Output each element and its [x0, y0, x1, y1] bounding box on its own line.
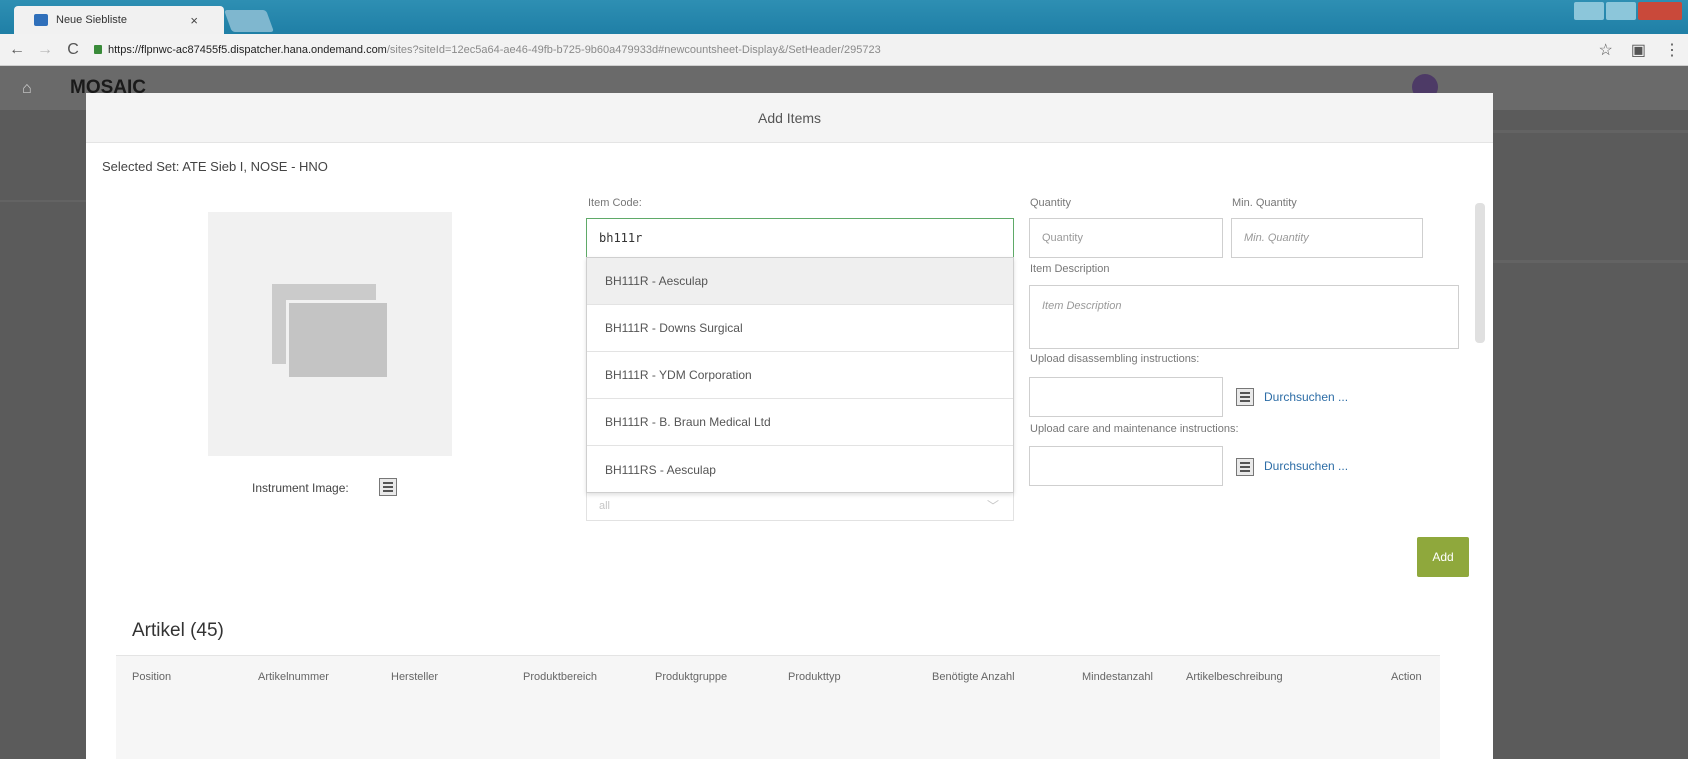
articles-title: Artikel (45): [132, 620, 224, 641]
care-browse-link[interactable]: Durchsuchen ...: [1264, 459, 1348, 473]
item-code-value: bh111r: [599, 231, 643, 245]
column-header[interactable]: Mindestanzahl: [1082, 670, 1153, 685]
background-divider: [0, 200, 86, 202]
instrument-image-label: Instrument Image:: [252, 481, 349, 495]
lock-icon: [94, 45, 102, 54]
instrument-image-placeholder: [208, 212, 452, 456]
disassembling-browse-link[interactable]: Durchsuchen ...: [1264, 390, 1348, 404]
item-description-placeholder: Item Description: [1042, 300, 1122, 312]
min-quantity-input[interactable]: Min. Quantity: [1231, 218, 1423, 258]
column-header[interactable]: Produktbereich: [523, 670, 597, 685]
browser-titlebar: Neue Siebliste ×: [0, 0, 1688, 34]
home-icon[interactable]: ⌂: [22, 80, 38, 97]
quantity-label: Quantity: [1030, 197, 1071, 209]
bookmark-star-icon[interactable]: ☆: [1599, 40, 1613, 60]
column-header[interactable]: Artikelbeschreibung: [1186, 670, 1306, 685]
dialog-scrollbar[interactable]: [1475, 203, 1485, 343]
item-code-label: Item Code:: [588, 197, 642, 209]
maximize-icon[interactable]: [1606, 2, 1636, 20]
new-tab-button[interactable]: [223, 10, 275, 32]
browser-menu-icon[interactable]: ⋮: [1664, 40, 1680, 60]
forward-arrow-icon[interactable]: →: [34, 41, 56, 59]
column-header[interactable]: Action: [1391, 670, 1422, 685]
background-divider: [1493, 260, 1688, 263]
add-button[interactable]: Add: [1417, 537, 1469, 577]
add-items-dialog: Add Items Selected Set: ATE Sieb I, NOSE…: [86, 93, 1493, 759]
selected-set-text: Selected Set: ATE Sieb I, NOSE - HNO: [102, 159, 328, 174]
background-divider: [1493, 130, 1688, 133]
suggestion-item[interactable]: BH111R - Aesculap: [587, 258, 1013, 305]
min-quantity-placeholder: Min. Quantity: [1244, 232, 1309, 244]
column-header[interactable]: Produkttyp: [788, 670, 841, 685]
url-host: https://flpnwc-ac87455f5.dispatcher.hana…: [108, 43, 387, 56]
column-header[interactable]: Benötigte Anzahl: [932, 670, 1015, 685]
disassembling-file-input[interactable]: [1029, 377, 1223, 417]
suggestion-item[interactable]: BH111R - YDM Corporation: [587, 352, 1013, 399]
tab-close-icon[interactable]: ×: [190, 13, 198, 28]
item-code-suggestions: BH111R - Aesculap BH111R - Downs Surgica…: [586, 257, 1014, 493]
browse-file-icon[interactable]: [1236, 458, 1254, 476]
quantity-input[interactable]: Quantity: [1029, 218, 1223, 258]
column-header[interactable]: Position: [132, 670, 171, 685]
item-description-label: Item Description: [1030, 263, 1110, 275]
extension-icon[interactable]: ▣: [1631, 40, 1646, 60]
window-close-icon[interactable]: [1638, 2, 1682, 20]
upload-image-icon[interactable]: [379, 478, 397, 496]
browser-toolbar: ← → C https://flpnwc-ac87455f5.dispatche…: [0, 34, 1688, 66]
min-quantity-label: Min. Quantity: [1232, 197, 1297, 209]
chevron-down-icon: ﹀: [986, 499, 999, 513]
minimize-icon[interactable]: [1574, 2, 1604, 20]
care-file-input[interactable]: [1029, 446, 1223, 486]
toolbar-right: ☆ ▣ ⋮: [1599, 40, 1680, 60]
back-arrow-icon[interactable]: ←: [6, 41, 28, 59]
care-instructions-label: Upload care and maintenance instructions…: [1030, 423, 1239, 435]
articles-table-header: Position Artikelnummer Hersteller Produk…: [116, 655, 1440, 759]
disassembling-label: Upload disassembling instructions:: [1030, 353, 1200, 365]
suggestion-item[interactable]: BH111RS - Aesculap: [587, 446, 1013, 493]
tab-favicon-icon: [34, 14, 48, 26]
tab-title: Neue Siebliste: [56, 14, 127, 26]
suggestion-item[interactable]: BH111R - B. Braun Medical Ltd: [587, 399, 1013, 446]
url-path: /sites?siteId=12ec5a64-ae46-49fb-b725-9b…: [386, 43, 881, 56]
window-controls: [1574, 2, 1682, 20]
image-placeholder-icon: [286, 300, 390, 380]
address-bar[interactable]: https://flpnwc-ac87455f5.dispatcher.hana…: [94, 44, 881, 56]
item-description-input[interactable]: Item Description: [1029, 285, 1459, 349]
column-header[interactable]: Produktgruppe: [655, 670, 727, 685]
column-header[interactable]: Hersteller: [391, 670, 438, 685]
quantity-placeholder: Quantity: [1042, 232, 1083, 244]
suggestion-item[interactable]: BH111R - Downs Surgical: [587, 305, 1013, 352]
item-code-input[interactable]: bh111r: [586, 218, 1014, 258]
dialog-title: Add Items: [86, 93, 1493, 143]
reload-icon[interactable]: C: [62, 41, 84, 59]
browse-file-icon[interactable]: [1236, 388, 1254, 406]
filter-select[interactable]: all ﹀: [586, 491, 1014, 521]
browser-tab[interactable]: Neue Siebliste ×: [14, 6, 224, 34]
filter-select-value: all: [599, 499, 611, 512]
column-header[interactable]: Artikelnummer: [258, 670, 329, 685]
